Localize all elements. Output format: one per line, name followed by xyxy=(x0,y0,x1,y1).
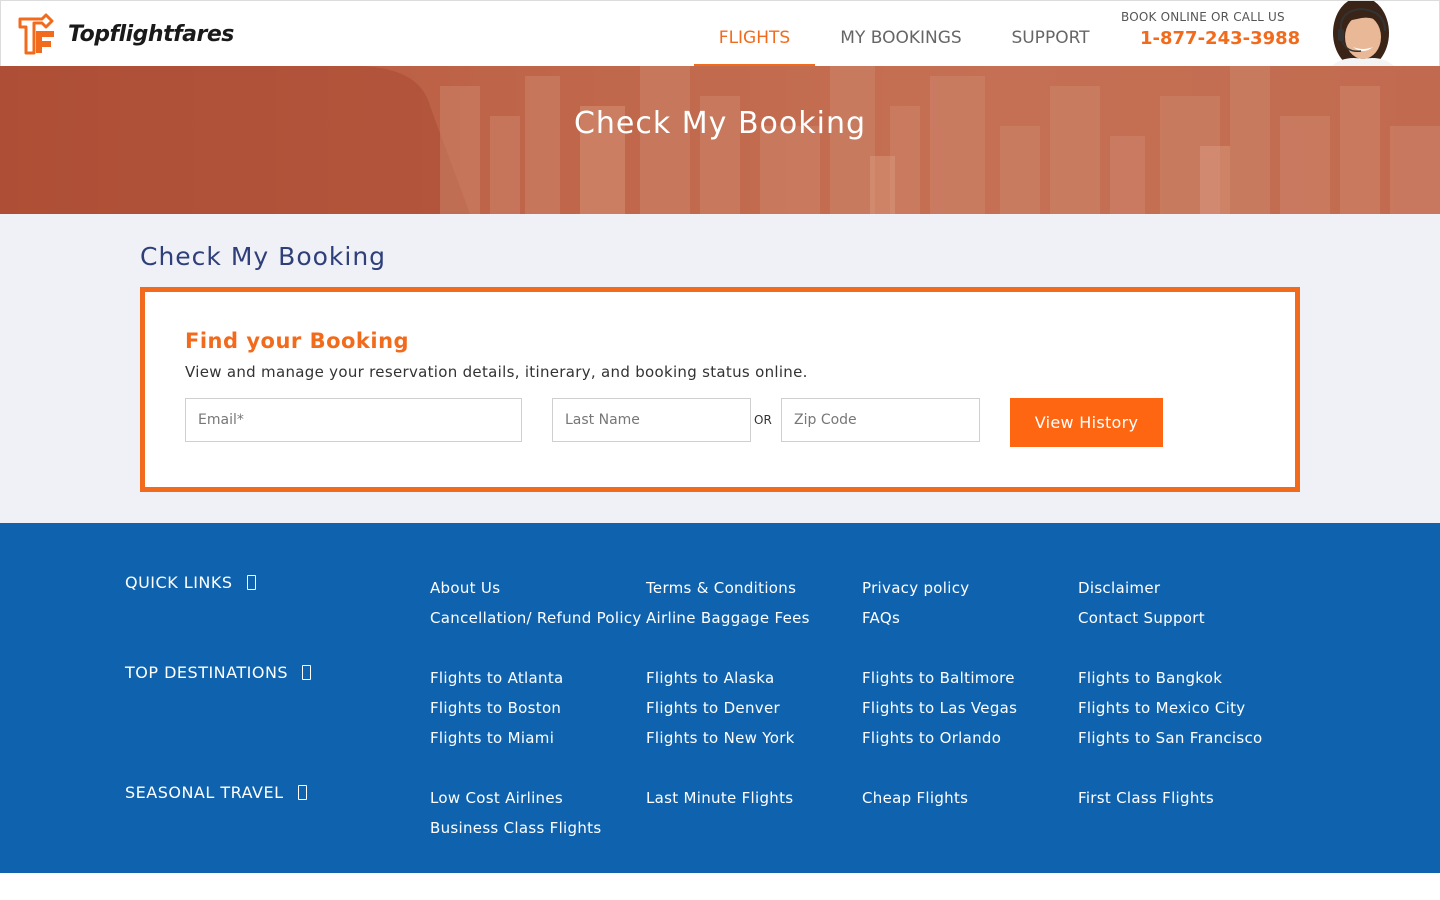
footer-link-seasonal[interactable]: Last Minute Flights xyxy=(646,789,793,807)
last-name-field[interactable] xyxy=(552,398,751,442)
nav-my-bookings[interactable]: MY BOOKINGS xyxy=(827,1,975,67)
view-history-button[interactable]: View History xyxy=(1010,398,1163,447)
bottom-strip xyxy=(0,873,1440,900)
footer-link-baggage-fees[interactable]: Airline Baggage Fees xyxy=(646,609,810,627)
footer-link-seasonal[interactable]: First Class Flights xyxy=(1078,789,1214,807)
nav-flights[interactable]: FLIGHTS xyxy=(694,1,815,67)
footer-link-destination[interactable]: Flights to Atlanta xyxy=(430,669,564,687)
quick-links-title: QUICK LINKS xyxy=(125,573,233,592)
form-title: Find your Booking xyxy=(185,329,410,353)
expand-icon xyxy=(302,665,312,680)
logo-mark-icon xyxy=(18,13,54,55)
support-agent-avatar xyxy=(1313,1,1413,67)
footer-link-privacy[interactable]: Privacy policy xyxy=(862,579,969,597)
footer-link-refund-policy[interactable]: Cancellation/ Refund Policy xyxy=(430,609,642,627)
footer-link-destination[interactable]: Flights to San Francisco xyxy=(1078,729,1263,747)
site-footer: QUICK LINKS About Us Terms & Conditions … xyxy=(0,523,1440,873)
zip-code-field[interactable] xyxy=(781,398,980,442)
call-us-label: BOOK ONLINE OR CALL US xyxy=(1121,10,1285,24)
footer-link-destination[interactable]: Flights to Denver xyxy=(646,699,780,717)
footer-link-destination[interactable]: Flights to Orlando xyxy=(862,729,1001,747)
site-header: Topflightfares FLIGHTS MY BOOKINGS SUPPO… xyxy=(0,0,1440,67)
footer-link-disclaimer[interactable]: Disclaimer xyxy=(1078,579,1160,597)
form-description: View and manage your reservation details… xyxy=(185,363,808,381)
footer-link-destination[interactable]: Flights to Miami xyxy=(430,729,554,747)
brand-logo[interactable]: Topflightfares xyxy=(18,13,234,55)
call-us-block: BOOK ONLINE OR CALL US 1-877-243-3988 xyxy=(1121,10,1311,49)
footer-link-faqs[interactable]: FAQs xyxy=(862,609,900,627)
footer-link-seasonal[interactable]: Business Class Flights xyxy=(430,819,601,837)
footer-link-seasonal[interactable]: Low Cost Airlines xyxy=(430,789,563,807)
footer-link-destination[interactable]: Flights to Mexico City xyxy=(1078,699,1245,717)
seasonal-travel-heading[interactable]: SEASONAL TRAVEL xyxy=(125,783,307,802)
quick-links-heading[interactable]: QUICK LINKS xyxy=(125,573,256,592)
expand-icon xyxy=(246,575,256,590)
expand-icon xyxy=(297,785,307,800)
nav-support[interactable]: SUPPORT xyxy=(997,1,1104,67)
footer-link-destination[interactable]: Flights to Alaska xyxy=(646,669,774,687)
page-title: Check My Booking xyxy=(140,242,387,271)
top-destinations-heading[interactable]: TOP DESTINATIONS xyxy=(125,663,312,682)
footer-link-destination[interactable]: Flights to Bangkok xyxy=(1078,669,1222,687)
footer-link-terms[interactable]: Terms & Conditions xyxy=(646,579,796,597)
phone-number-link[interactable]: 1-877-243-3988 xyxy=(1140,28,1311,49)
footer-link-seasonal[interactable]: Cheap Flights xyxy=(862,789,968,807)
email-field[interactable] xyxy=(185,398,522,442)
hero-title: Check My Booking xyxy=(573,106,867,141)
footer-link-destination[interactable]: Flights to New York xyxy=(646,729,795,747)
top-destinations-title: TOP DESTINATIONS xyxy=(125,663,289,682)
hero-banner: Check My Booking xyxy=(0,66,1440,214)
footer-link-destination[interactable]: Flights to Las Vegas xyxy=(862,699,1017,717)
or-label: OR xyxy=(754,413,772,427)
brand-name: Topflightfares xyxy=(68,21,234,47)
footer-link-about-us[interactable]: About Us xyxy=(430,579,500,597)
footer-link-destination[interactable]: Flights to Baltimore xyxy=(862,669,1015,687)
main-content: Check My Booking Find your Booking View … xyxy=(0,214,1440,523)
footer-link-destination[interactable]: Flights to Boston xyxy=(430,699,561,717)
find-booking-form: Find your Booking View and manage your r… xyxy=(140,287,1300,492)
footer-link-contact-support[interactable]: Contact Support xyxy=(1078,609,1205,627)
seasonal-travel-title: SEASONAL TRAVEL xyxy=(125,783,284,802)
